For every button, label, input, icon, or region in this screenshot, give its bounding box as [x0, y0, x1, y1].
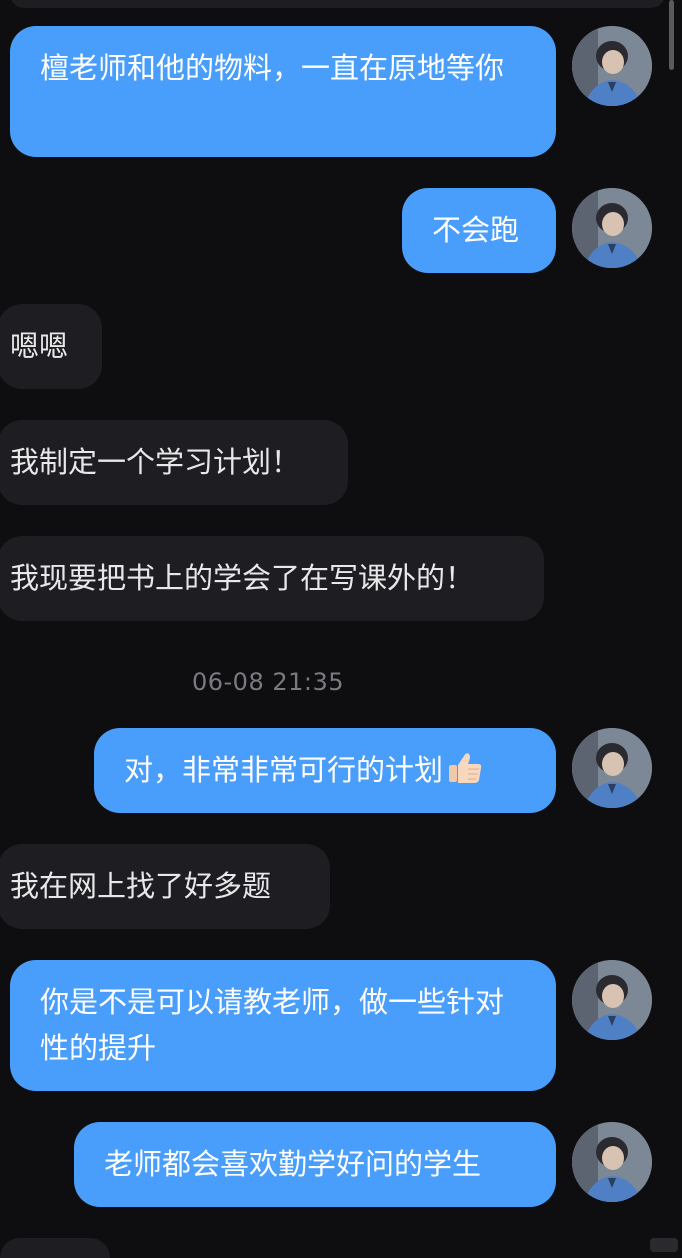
user-avatar[interactable]	[572, 728, 652, 808]
message-text: 檀老师和他的物料，一直在原地等你	[40, 51, 505, 85]
avatar-photo-icon	[572, 1122, 652, 1202]
incoming-message[interactable]: 我制定一个学习计划！	[0, 420, 348, 505]
avatar-photo-icon	[572, 26, 652, 106]
incoming-message[interactable]: 我在网上找了好多题	[0, 844, 330, 929]
message-text: 我制定一个学习计划！	[10, 445, 301, 479]
chat-screen: 檀老师和他的物料，一直在原地等你 不会跑 嗯嗯 我制定一个学习计划！ 我现要把书…	[0, 0, 682, 1258]
incoming-message[interactable]: 我现要把书上的学会了在写课外的！	[0, 536, 544, 621]
previous-message-bubble	[10, 0, 665, 8]
avatar-photo-icon	[572, 188, 652, 268]
outgoing-message[interactable]: 你是不是可以请教老师，做一些针对性的提升	[10, 960, 556, 1091]
message-text: 我在网上找了好多题	[10, 869, 272, 903]
message-text: 老师都会喜欢勤学好问的学生	[104, 1147, 482, 1181]
avatar-photo-icon	[572, 728, 652, 808]
outgoing-message[interactable]: 老师都会喜欢勤学好问的学生	[74, 1122, 556, 1207]
user-avatar[interactable]	[572, 960, 652, 1040]
user-avatar[interactable]	[572, 26, 652, 106]
scrollbar[interactable]	[669, 0, 674, 70]
next-message-bubble	[0, 1238, 110, 1258]
thumbs-up-icon	[445, 748, 485, 788]
message-timestamp: 06-08 21:35	[191, 668, 345, 696]
incoming-message[interactable]: 嗯嗯	[0, 304, 102, 389]
user-avatar[interactable]	[572, 1122, 652, 1202]
message-text: 你是不是可以请教老师，做一些针对性的提升	[40, 985, 505, 1065]
outgoing-message[interactable]: 不会跑	[402, 188, 556, 273]
avatar-photo-icon	[572, 960, 652, 1040]
watermark-logo-icon	[650, 1238, 678, 1252]
outgoing-message[interactable]: 檀老师和他的物料，一直在原地等你	[10, 26, 556, 157]
message-text: 不会跑	[432, 213, 520, 247]
user-avatar[interactable]	[572, 188, 652, 268]
outgoing-message[interactable]: 对，非常非常可行的计划	[94, 728, 556, 813]
message-text: 我现要把书上的学会了在写课外的！	[10, 561, 475, 595]
message-text: 对，非常非常可行的计划	[124, 753, 444, 787]
message-text: 嗯嗯	[10, 329, 69, 363]
